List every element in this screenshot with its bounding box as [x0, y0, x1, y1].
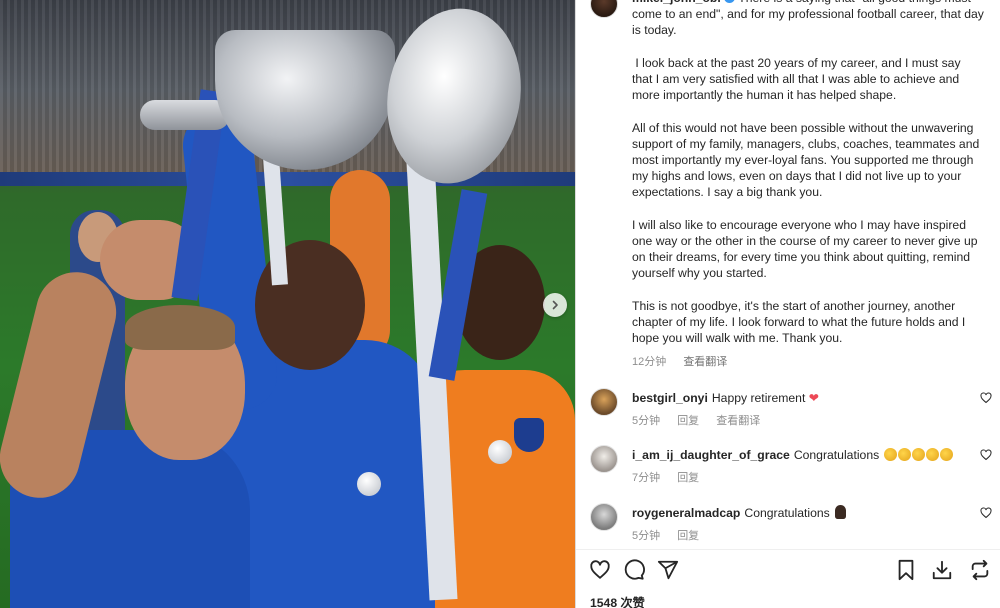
- comment-like-icon[interactable]: [980, 392, 992, 404]
- comment-time: 7分钟: [632, 472, 661, 484]
- comment-text: Congratulations: [744, 506, 830, 520]
- caption-meta: 12分钟 查看翻译: [632, 353, 741, 369]
- comment-button[interactable]: [622, 558, 646, 582]
- post-photo: [0, 0, 575, 608]
- see-translation-link[interactable]: 查看翻译: [683, 356, 727, 368]
- commenter-username[interactable]: i_am_ij_daughter_of_grace: [632, 448, 790, 462]
- author-avatar[interactable]: [590, 0, 618, 18]
- ad-board: [0, 172, 575, 186]
- download-button[interactable]: [930, 558, 954, 582]
- repost-button[interactable]: [968, 558, 992, 582]
- medal: [357, 472, 381, 496]
- reply-link[interactable]: 回复: [677, 530, 699, 542]
- bookmark-icon: [898, 559, 914, 581]
- see-translation-link[interactable]: 查看翻译: [716, 415, 760, 427]
- comment-time: 5分钟: [632, 415, 661, 427]
- person-emoji: [835, 505, 847, 519]
- reply-link[interactable]: 回复: [677, 472, 699, 484]
- caption-paragraph: All of this would not have been possible…: [632, 120, 983, 200]
- comment-meta: 5分钟 回复: [632, 527, 713, 543]
- comment-icon: [624, 559, 645, 580]
- comment-meta: 5分钟 回复 查看翻译: [632, 412, 774, 428]
- commenter-avatar[interactable]: [590, 388, 618, 416]
- comment-time: 5分钟: [632, 530, 661, 542]
- caption-time: 12分钟: [632, 356, 667, 368]
- comment-item: roygeneralmadcap Congratulations 5分钟 回复: [576, 503, 1000, 553]
- caption-text: mikel_john_obi There is a saying that "a…: [632, 0, 984, 346]
- author-username[interactable]: mikel_john_obi: [632, 0, 721, 5]
- like-button[interactable]: [588, 558, 612, 582]
- download-icon: [932, 560, 952, 580]
- comment-line: bestgirl_onyi Happy retirement ❤: [632, 390, 962, 406]
- player-left-hair: [125, 305, 235, 350]
- actions-divider: [576, 549, 1000, 550]
- save-button[interactable]: [894, 558, 918, 582]
- comment-text: Happy retirement: [711, 391, 806, 405]
- club-badge: [514, 418, 544, 452]
- post-side-panel: mikel_john_obi There is a saying that "a…: [576, 0, 1000, 608]
- caption-first-line: There is a saying that "all good things …: [632, 0, 984, 38]
- clapping-hands-emoji: [883, 448, 953, 462]
- comment-item: i_am_ij_daughter_of_grace Congratulations…: [576, 445, 1000, 495]
- reply-link[interactable]: 回复: [677, 415, 699, 427]
- comment-meta: 7分钟 回复: [632, 469, 713, 485]
- comment-line: roygeneralmadcap Congratulations: [632, 505, 962, 521]
- commenter-avatar[interactable]: [590, 445, 618, 473]
- share-button[interactable]: [656, 558, 680, 582]
- comment-like-icon[interactable]: [980, 449, 992, 461]
- commenter-avatar[interactable]: [590, 503, 618, 531]
- trophy-handle: [140, 100, 230, 130]
- comment-line: i_am_ij_daughter_of_grace Congratulations: [632, 447, 962, 463]
- repost-icon: [971, 559, 989, 581]
- likes-count[interactable]: 1548 次赞: [590, 593, 645, 608]
- verified-icon: [724, 0, 736, 3]
- post-actions-bar: [576, 556, 1000, 584]
- commenter-username[interactable]: bestgirl_onyi: [632, 391, 708, 405]
- red-heart-emoji: ❤: [808, 391, 819, 405]
- chevron-right-icon: [552, 300, 558, 310]
- comment-like-icon[interactable]: [980, 507, 992, 519]
- caption-paragraph: I look back at the past 20 years of my c…: [632, 55, 964, 103]
- commenter-username[interactable]: roygeneralmadcap: [632, 506, 740, 520]
- next-image-button[interactable]: [543, 293, 567, 317]
- comment-item: bestgirl_onyi Happy retirement ❤ 5分钟 回复 查…: [576, 388, 1000, 438]
- caption-paragraph: I will also like to encourage everyone w…: [632, 217, 981, 281]
- share-icon: [657, 560, 679, 580]
- caption-paragraph: This is not goodbye, it's the start of a…: [632, 298, 969, 346]
- heart-icon: [590, 560, 610, 579]
- medal: [488, 440, 512, 464]
- comment-text: Congratulations: [793, 448, 880, 462]
